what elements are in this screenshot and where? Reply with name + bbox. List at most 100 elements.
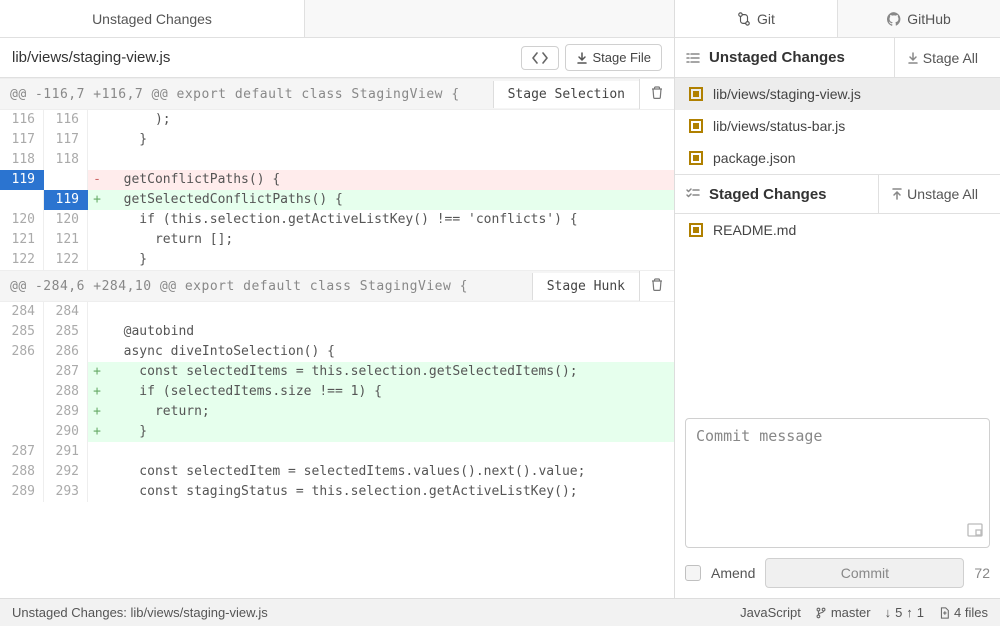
commit-message-input[interactable]: Commit message xyxy=(685,418,990,548)
diff-line[interactable]: 121121 return []; xyxy=(0,230,674,250)
file-item[interactable]: package.json xyxy=(675,142,1000,174)
diff-line[interactable]: 289293 const stagingStatus = this.select… xyxy=(0,482,674,502)
line-number-new: 284 xyxy=(44,302,88,322)
diff-code: ); xyxy=(106,110,674,130)
line-number-new: 121 xyxy=(44,230,88,250)
line-number-old: 287 xyxy=(0,442,44,462)
diff-marker: + xyxy=(88,402,106,422)
unstage-all-button[interactable]: Unstage All xyxy=(878,175,990,213)
status-fetch[interactable]: ↓ 5 ↑ 1 xyxy=(885,605,924,620)
diff-marker xyxy=(88,442,106,462)
line-number-old: 285 xyxy=(0,322,44,342)
list-icon xyxy=(685,50,701,66)
diff-view: @@ -116,7 +116,7 @@ export default class… xyxy=(0,78,674,598)
line-number-old xyxy=(0,422,44,442)
line-number-new: 285 xyxy=(44,322,88,342)
diff-line[interactable]: 284284 xyxy=(0,302,674,322)
discard-hunk-button[interactable] xyxy=(639,271,674,301)
expand-icon[interactable] xyxy=(967,523,983,541)
file-item[interactable]: lib/views/status-bar.js xyxy=(675,110,1000,142)
code-icon xyxy=(532,52,548,64)
diff-line[interactable]: 119+ getSelectedConflictPaths() { xyxy=(0,190,674,210)
line-number-old: 122 xyxy=(0,250,44,270)
checklist-icon xyxy=(685,186,701,202)
line-number-new: 293 xyxy=(44,482,88,502)
diff-marker: - xyxy=(88,170,106,190)
status-branch-label: master xyxy=(831,605,871,620)
line-number-old: 117 xyxy=(0,130,44,150)
line-number-new: 119 xyxy=(44,190,88,210)
diff-line[interactable]: 118118 xyxy=(0,150,674,170)
line-number-new: 288 xyxy=(44,382,88,402)
hunk-header-text: @@ -284,6 +284,10 @@ export default clas… xyxy=(0,273,532,300)
diff-line[interactable]: 122122 } xyxy=(0,250,674,270)
unstage-all-label: Unstage All xyxy=(907,186,978,202)
diff-line[interactable]: 285285 @autobind xyxy=(0,322,674,342)
char-count: 72 xyxy=(974,565,990,581)
diff-line[interactable]: 119- getConflictPaths() { xyxy=(0,170,674,190)
arrow-down-icon: ↓ xyxy=(885,605,892,620)
diff-line[interactable]: 117117 } xyxy=(0,130,674,150)
stage-hunk-button[interactable]: Stage Hunk xyxy=(532,273,639,300)
line-number-old: 289 xyxy=(0,482,44,502)
hunk-header-text: @@ -116,7 +116,7 @@ export default class… xyxy=(0,81,493,108)
line-number-new: 287 xyxy=(44,362,88,382)
tab-github[interactable]: GitHub xyxy=(838,0,1000,37)
diff-code xyxy=(106,302,674,322)
diff-code: } xyxy=(106,422,674,442)
stage-hunk-button[interactable]: Stage Selection xyxy=(493,81,639,108)
line-number-old: 119 xyxy=(0,170,44,190)
arrow-up-icon: ↑ xyxy=(906,605,913,620)
diff-marker: + xyxy=(88,422,106,442)
diff-line[interactable]: 288292 const selectedItem = selectedItem… xyxy=(0,462,674,482)
modified-icon xyxy=(689,223,703,237)
diff-code: const stagingStatus = this.selection.get… xyxy=(106,482,674,502)
line-number-new: 291 xyxy=(44,442,88,462)
toggle-diff-button[interactable] xyxy=(521,46,559,70)
commit-button[interactable]: Commit xyxy=(765,558,964,588)
diff-marker xyxy=(88,482,106,502)
diff-code: } xyxy=(106,250,674,270)
diff-marker xyxy=(88,130,106,150)
status-language[interactable]: JavaScript xyxy=(740,605,801,620)
line-number-new: 116 xyxy=(44,110,88,130)
status-files[interactable]: 4 files xyxy=(938,605,988,620)
diff-marker: + xyxy=(88,190,106,210)
file-item[interactable]: lib/views/staging-view.js xyxy=(675,78,1000,110)
diff-line[interactable]: 287291 xyxy=(0,442,674,462)
diff-line[interactable]: 290+ } xyxy=(0,422,674,442)
modified-icon xyxy=(689,151,703,165)
diff-marker: + xyxy=(88,382,106,402)
staged-file-list: README.md xyxy=(675,214,1000,246)
diff-marker xyxy=(88,150,106,170)
tab-git[interactable]: Git xyxy=(675,0,838,37)
hunk-header: @@ -116,7 +116,7 @@ export default class… xyxy=(0,78,674,110)
diff-code: if (selectedItems.size !== 1) { xyxy=(106,382,674,402)
tab-github-label: GitHub xyxy=(907,11,951,27)
diff-line[interactable]: 288+ if (selectedItems.size !== 1) { xyxy=(0,382,674,402)
diff-line[interactable]: 289+ return; xyxy=(0,402,674,422)
stage-all-button[interactable]: Stage All xyxy=(894,38,990,77)
line-number-new: 289 xyxy=(44,402,88,422)
line-number-old: 116 xyxy=(0,110,44,130)
discard-hunk-button[interactable] xyxy=(639,79,674,109)
download-icon xyxy=(576,52,588,64)
stage-file-button[interactable]: Stage File xyxy=(565,44,662,71)
diff-marker xyxy=(88,210,106,230)
status-branch[interactable]: master xyxy=(815,605,871,620)
staged-title: Staged Changes xyxy=(709,186,827,203)
tab-unstaged-changes[interactable]: Unstaged Changes xyxy=(0,0,305,37)
diff-line[interactable]: 287+ const selectedItems = this.selectio… xyxy=(0,362,674,382)
stage-all-label: Stage All xyxy=(923,50,978,66)
diff-code: if (this.selection.getActiveListKey() !=… xyxy=(106,210,674,230)
staged-section-header: Staged Changes Unstage All xyxy=(675,174,1000,214)
status-down-count: 5 xyxy=(895,605,902,620)
diff-marker xyxy=(88,322,106,342)
diff-line[interactable]: 120120 if (this.selection.getActiveListK… xyxy=(0,210,674,230)
diff-line[interactable]: 116116 ); xyxy=(0,110,674,130)
line-number-old: 121 xyxy=(0,230,44,250)
file-item[interactable]: README.md xyxy=(675,214,1000,246)
diff-code xyxy=(106,150,674,170)
amend-checkbox[interactable] xyxy=(685,565,701,581)
diff-line[interactable]: 286286 async diveIntoSelection() { xyxy=(0,342,674,362)
